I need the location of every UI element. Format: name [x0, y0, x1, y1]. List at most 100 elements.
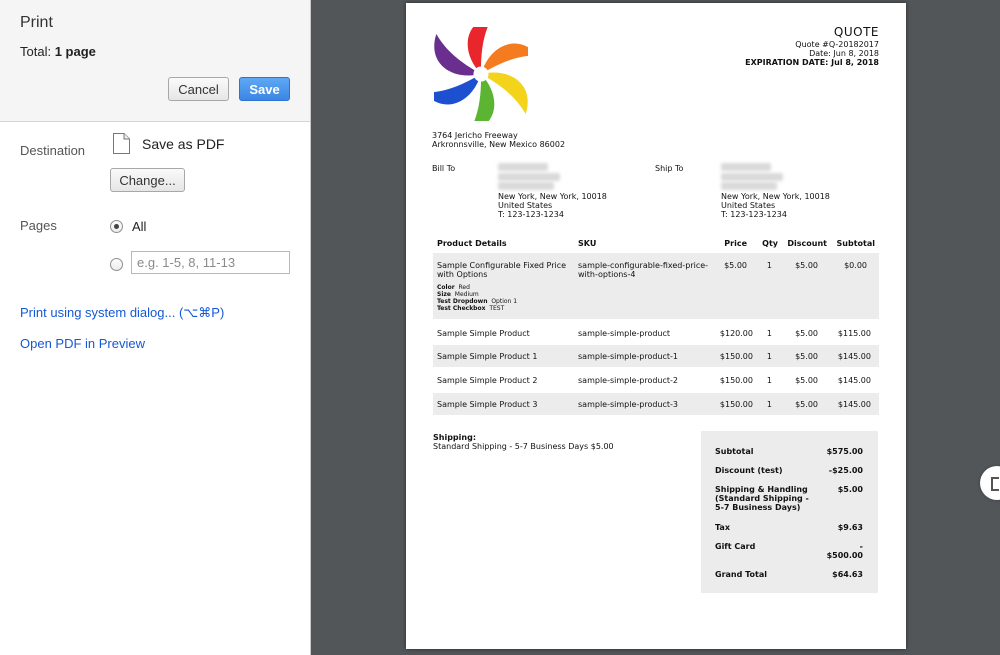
- ship-to-name-redacted: [721, 163, 771, 171]
- item-price: $150.00: [719, 376, 753, 385]
- item-sku-line2: with-options-4: [578, 270, 636, 279]
- subtotal-label: Subtotal: [715, 447, 754, 456]
- total-value: 1 page: [54, 44, 96, 59]
- item-sku: sample-configurable-fixed-price-: [578, 261, 709, 270]
- ship-to-company-redacted: [721, 173, 783, 181]
- item-option: Size Medium: [437, 291, 479, 298]
- destination-label: Destination: [20, 143, 86, 158]
- col-discount: Discount: [787, 239, 827, 248]
- item-qty: 1: [766, 261, 772, 270]
- grand-total-value: $64.63: [832, 570, 863, 579]
- item-sku: sample-simple-product-2: [578, 376, 679, 385]
- bill-to-street-redacted: [498, 182, 554, 190]
- shipping-label: Shipping:: [433, 433, 477, 442]
- tax-label: Tax: [715, 523, 730, 532]
- shipping-handling-label: Shipping & Handling: [715, 485, 808, 494]
- bill-to-country: United States: [498, 201, 553, 210]
- shipping-method: Standard Shipping - 5-7 Business Days $5…: [433, 442, 614, 451]
- print-title: Print: [20, 14, 53, 31]
- subtotal-value: $575.00: [826, 447, 863, 456]
- item-qty: 1: [766, 329, 772, 338]
- item-name: Sample Simple Product: [437, 329, 530, 338]
- destination-value: Save as PDF: [142, 136, 225, 152]
- item-name: Sample Simple Product 2: [437, 376, 538, 385]
- print-sidebar: Print Total: 1 page Cancel Save Destinat…: [0, 0, 311, 655]
- item-option: Test Dropdown Option 1: [437, 298, 518, 305]
- item-name: Sample Configurable Fixed Price: [437, 261, 567, 270]
- shipping-handling-label-line3: 5-7 Business Days): [715, 503, 801, 512]
- item-sku: sample-simple-product-3: [578, 400, 679, 409]
- print-preview-page: QUOTE Quote #Q-20182017 Date: Jun 8, 201…: [406, 3, 906, 649]
- bill-to-company-redacted: [498, 173, 560, 181]
- item-option: Color Red: [437, 284, 470, 291]
- item-price: $5.00: [724, 261, 747, 270]
- item-discount: $5.00: [795, 400, 818, 409]
- item-qty: 1: [766, 400, 772, 409]
- item-name: Sample Simple Product 3: [437, 400, 538, 409]
- company-address-line2: Arkronnsville, New Mexico 86002: [432, 140, 566, 149]
- ship-to-city: New York, New York, 10018: [721, 192, 830, 201]
- item-sku: sample-simple-product: [578, 329, 671, 338]
- item-discount: $5.00: [795, 261, 818, 270]
- item-price: $150.00: [719, 352, 753, 361]
- pages-all-radio[interactable]: [110, 220, 123, 233]
- quote-title: QUOTE: [833, 25, 879, 39]
- bill-to-label: Bill To: [432, 164, 456, 173]
- item-name-line2: with Options: [437, 270, 488, 279]
- quote-expiration: EXPIRATION DATE: Jul 8, 2018: [745, 58, 879, 67]
- logo-icon: [434, 27, 528, 121]
- shipping-handling-label-line2: (Standard Shipping -: [715, 494, 809, 503]
- document-icon: [113, 133, 130, 154]
- quote-number: Quote #Q-20182017: [795, 40, 879, 49]
- shipping-handling-value: $5.00: [837, 485, 863, 494]
- pages-all-label: All: [132, 219, 147, 234]
- gift-card-sign: -: [859, 542, 863, 551]
- item-subtotal: $145.00: [837, 352, 871, 361]
- item-qty: 1: [766, 376, 772, 385]
- ship-to-country: United States: [721, 201, 776, 210]
- total-pages: Total: 1 page: [20, 44, 96, 59]
- item-discount: $5.00: [795, 329, 818, 338]
- change-destination-button[interactable]: Change...: [110, 168, 185, 192]
- discount-label: Discount (test): [715, 466, 783, 475]
- system-dialog-link[interactable]: Print using system dialog... (⌥⌘P): [20, 305, 224, 321]
- item-qty: 1: [766, 352, 772, 361]
- item-subtotal: $0.00: [844, 261, 867, 270]
- discount-value: -$25.00: [828, 466, 863, 475]
- col-product-details: Product Details: [437, 239, 507, 248]
- ship-to-street-redacted: [721, 182, 777, 190]
- pages-custom-radio[interactable]: [110, 258, 123, 271]
- pages-label: Pages: [20, 218, 57, 233]
- item-subtotal: $115.00: [837, 329, 871, 338]
- total-label: Total:: [20, 44, 52, 59]
- fit-page-icon[interactable]: [980, 466, 1000, 500]
- item-sku: sample-simple-product-1: [578, 352, 679, 361]
- gift-card-value: $500.00: [826, 551, 863, 560]
- item-name: Sample Simple Product 1: [437, 352, 538, 361]
- col-qty: Qty: [762, 239, 778, 248]
- col-price: Price: [724, 239, 747, 248]
- bill-to-name-redacted: [498, 163, 548, 171]
- item-option: Test Checkbox TEST: [437, 305, 505, 312]
- tax-value: $9.63: [837, 523, 863, 532]
- item-price: $120.00: [719, 329, 753, 338]
- col-sku: SKU: [578, 239, 597, 248]
- save-button[interactable]: Save: [239, 77, 290, 101]
- item-price: $150.00: [719, 400, 753, 409]
- cancel-button[interactable]: Cancel: [168, 77, 229, 101]
- pages-range-input[interactable]: [131, 251, 290, 274]
- item-discount: $5.00: [795, 376, 818, 385]
- item-subtotal: $145.00: [837, 376, 871, 385]
- item-discount: $5.00: [795, 352, 818, 361]
- bill-to-phone: T: 123-123-1234: [498, 210, 564, 219]
- company-address-line1: 3764 Jericho Freeway: [432, 131, 518, 140]
- item-subtotal: $145.00: [837, 400, 871, 409]
- grand-total-label: Grand Total: [715, 570, 767, 579]
- gift-card-label: Gift Card: [715, 542, 756, 551]
- ship-to-label: Ship To: [655, 164, 684, 173]
- bill-to-city: New York, New York, 10018: [498, 192, 607, 201]
- ship-to-phone: T: 123-123-1234: [721, 210, 787, 219]
- quote-date: Date: Jun 8, 2018: [809, 49, 879, 58]
- open-pdf-preview-link[interactable]: Open PDF in Preview: [20, 336, 145, 351]
- print-header: Print Total: 1 page Cancel Save: [0, 0, 310, 122]
